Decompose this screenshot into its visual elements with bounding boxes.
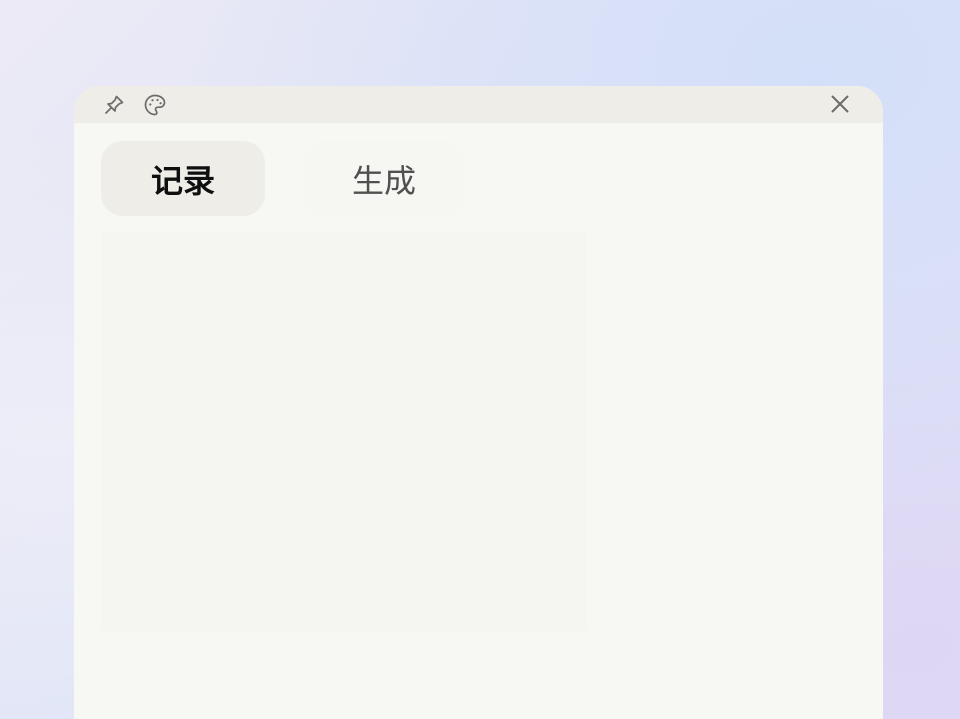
tab-generate-label: 生成: [351, 161, 416, 200]
close-icon[interactable]: [828, 92, 852, 116]
tab-generate[interactable]: 生成: [302, 141, 466, 216]
tab-record-label: 记录: [150, 161, 215, 200]
pin-icon[interactable]: [102, 93, 126, 117]
tab-record[interactable]: 记录: [101, 141, 265, 216]
app-window: 记录 生成: [74, 86, 883, 719]
palette-icon[interactable]: [143, 93, 167, 117]
content-panel: [101, 231, 587, 631]
title-bar: [74, 86, 883, 123]
